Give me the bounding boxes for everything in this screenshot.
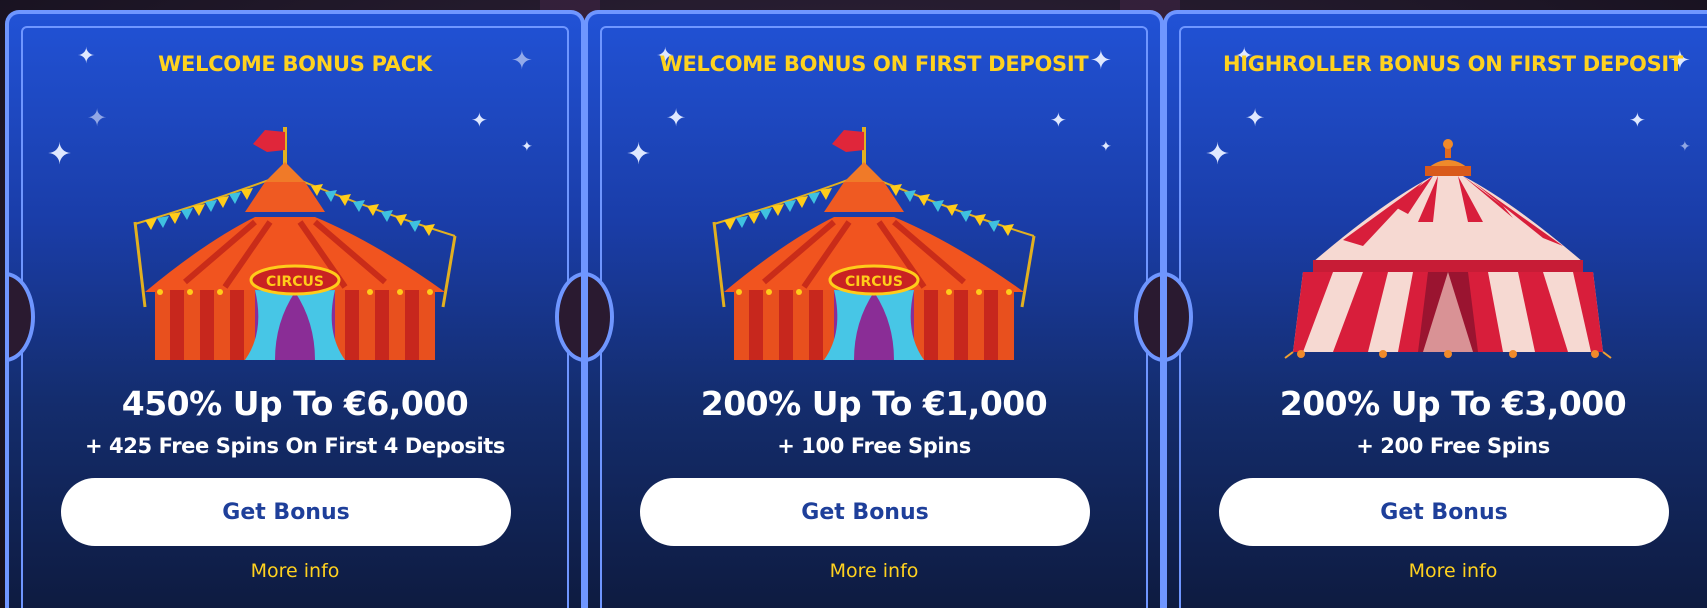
sparkle-icon: ✦ xyxy=(87,104,108,132)
get-bonus-button[interactable]: Get Bonus xyxy=(640,478,1090,546)
card-title: HIGHROLLER BONUS ON FIRST DEPOSIT xyxy=(1223,52,1683,76)
bonus-card: ✦ ✦ ✦ ✦ ✦ ✦ WELCOME BONUS ON FIRST DEPOS… xyxy=(584,10,1164,608)
tent-sign-text: CIRCUS xyxy=(845,274,903,290)
tent-sign-text: CIRCUS xyxy=(266,274,324,290)
sparkle-icon: ✦ xyxy=(666,104,687,132)
bonus-headline: 450% Up To €6,000 xyxy=(121,384,469,423)
sparkle-icon: ✦ xyxy=(1245,104,1266,132)
get-bonus-button[interactable]: Get Bonus xyxy=(1219,478,1669,546)
bonus-headline: 200% Up To €1,000 xyxy=(700,384,1048,423)
sparkle-icon: ✦ xyxy=(1205,137,1231,172)
bonus-headline: 200% Up To €3,000 xyxy=(1279,384,1627,423)
circus-tent-red-white-icon xyxy=(1273,122,1633,366)
more-info-link[interactable]: More info xyxy=(588,560,1160,582)
bonus-subline: + 425 Free Spins On First 4 Deposits xyxy=(84,434,506,458)
bonus-subline: + 200 Free Spins xyxy=(1356,434,1550,458)
card-title: WELCOME BONUS PACK xyxy=(158,52,432,76)
circus-tent-orange-icon: CIRCUS xyxy=(694,122,1054,366)
get-bonus-button[interactable]: Get Bonus xyxy=(61,478,511,546)
circus-tent-orange-icon: CIRCUS xyxy=(115,122,475,366)
sparkle-icon: ✦ xyxy=(47,137,73,172)
bonus-card: ✦ ✦ ✦ ✦ ✦ ✦ HIGHROLLER BONUS ON FIRST DE… xyxy=(1163,10,1707,608)
sparkle-icon: ✦ xyxy=(521,139,533,155)
bonus-subline: + 100 Free Spins xyxy=(777,434,971,458)
sparkle-icon: ✦ xyxy=(1100,139,1112,155)
more-info-link[interactable]: More info xyxy=(9,560,581,582)
more-info-link[interactable]: More info xyxy=(1167,560,1707,582)
sparkle-icon: ✦ xyxy=(626,137,652,172)
card-title: WELCOME BONUS ON FIRST DEPOSIT xyxy=(659,52,1089,76)
bonus-card: ✦ ✦ ✦ ✦ ✦ ✦ WELCOME BONUS PACK CIRCUS 45… xyxy=(5,10,585,608)
sparkle-icon: ✦ xyxy=(1679,139,1691,155)
